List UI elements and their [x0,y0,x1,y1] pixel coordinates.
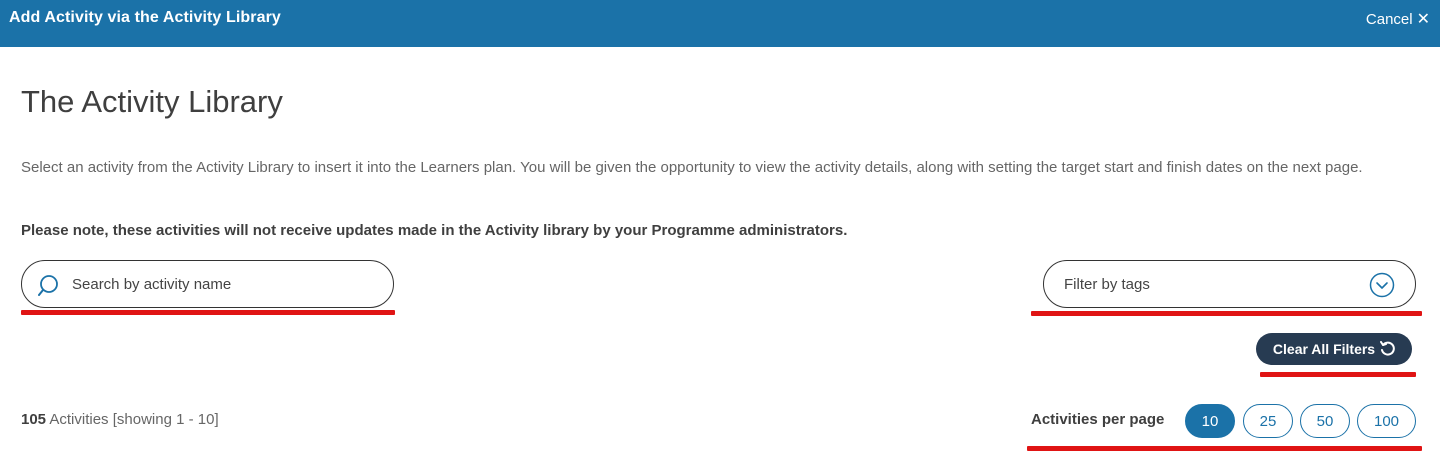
note-text: Please note, these activities will not r… [21,222,848,239]
search-input[interactable] [72,271,372,297]
annotation-underline-clear [1260,372,1416,377]
modal-header: Add Activity via the Activity Library Ca… [0,0,1440,47]
filter-by-tags-select[interactable]: Filter by tags [1043,260,1416,308]
page-title: The Activity Library [21,84,283,119]
intro-text: Select an activity from the Activity Lib… [21,159,1363,176]
per-page-option-50[interactable]: 50 [1300,404,1350,438]
cancel-label: Cancel [1365,10,1413,28]
reset-icon [1380,341,1395,356]
close-icon: ✕ [1416,11,1430,28]
per-page-option-25[interactable]: 25 [1243,404,1293,438]
results-number: 105 [21,411,47,428]
annotation-underline-filter [1031,311,1422,316]
per-page-option-10[interactable]: 10 [1185,404,1235,438]
clear-filters-label: Clear All Filters [1272,341,1376,357]
filter-label: Filter by tags [1064,276,1150,293]
cancel-button[interactable]: Cancel ✕ [1366,9,1430,29]
modal-title: Add Activity via the Activity Library [9,9,281,26]
per-page-label: Activities per page [1031,411,1165,428]
annotation-underline-per-page [1027,446,1422,451]
search-box[interactable] [21,260,394,308]
annotation-underline-search [21,310,395,315]
results-count: 105 Activities [showing 1 - 10] [21,411,219,428]
per-page-option-100[interactable]: 100 [1357,404,1416,438]
results-suffix: Activities [showing 1 - 10] [49,411,219,428]
chevron-down-circle-icon [1369,272,1395,298]
clear-all-filters-button[interactable]: Clear All Filters [1256,333,1412,365]
search-icon [38,275,58,296]
